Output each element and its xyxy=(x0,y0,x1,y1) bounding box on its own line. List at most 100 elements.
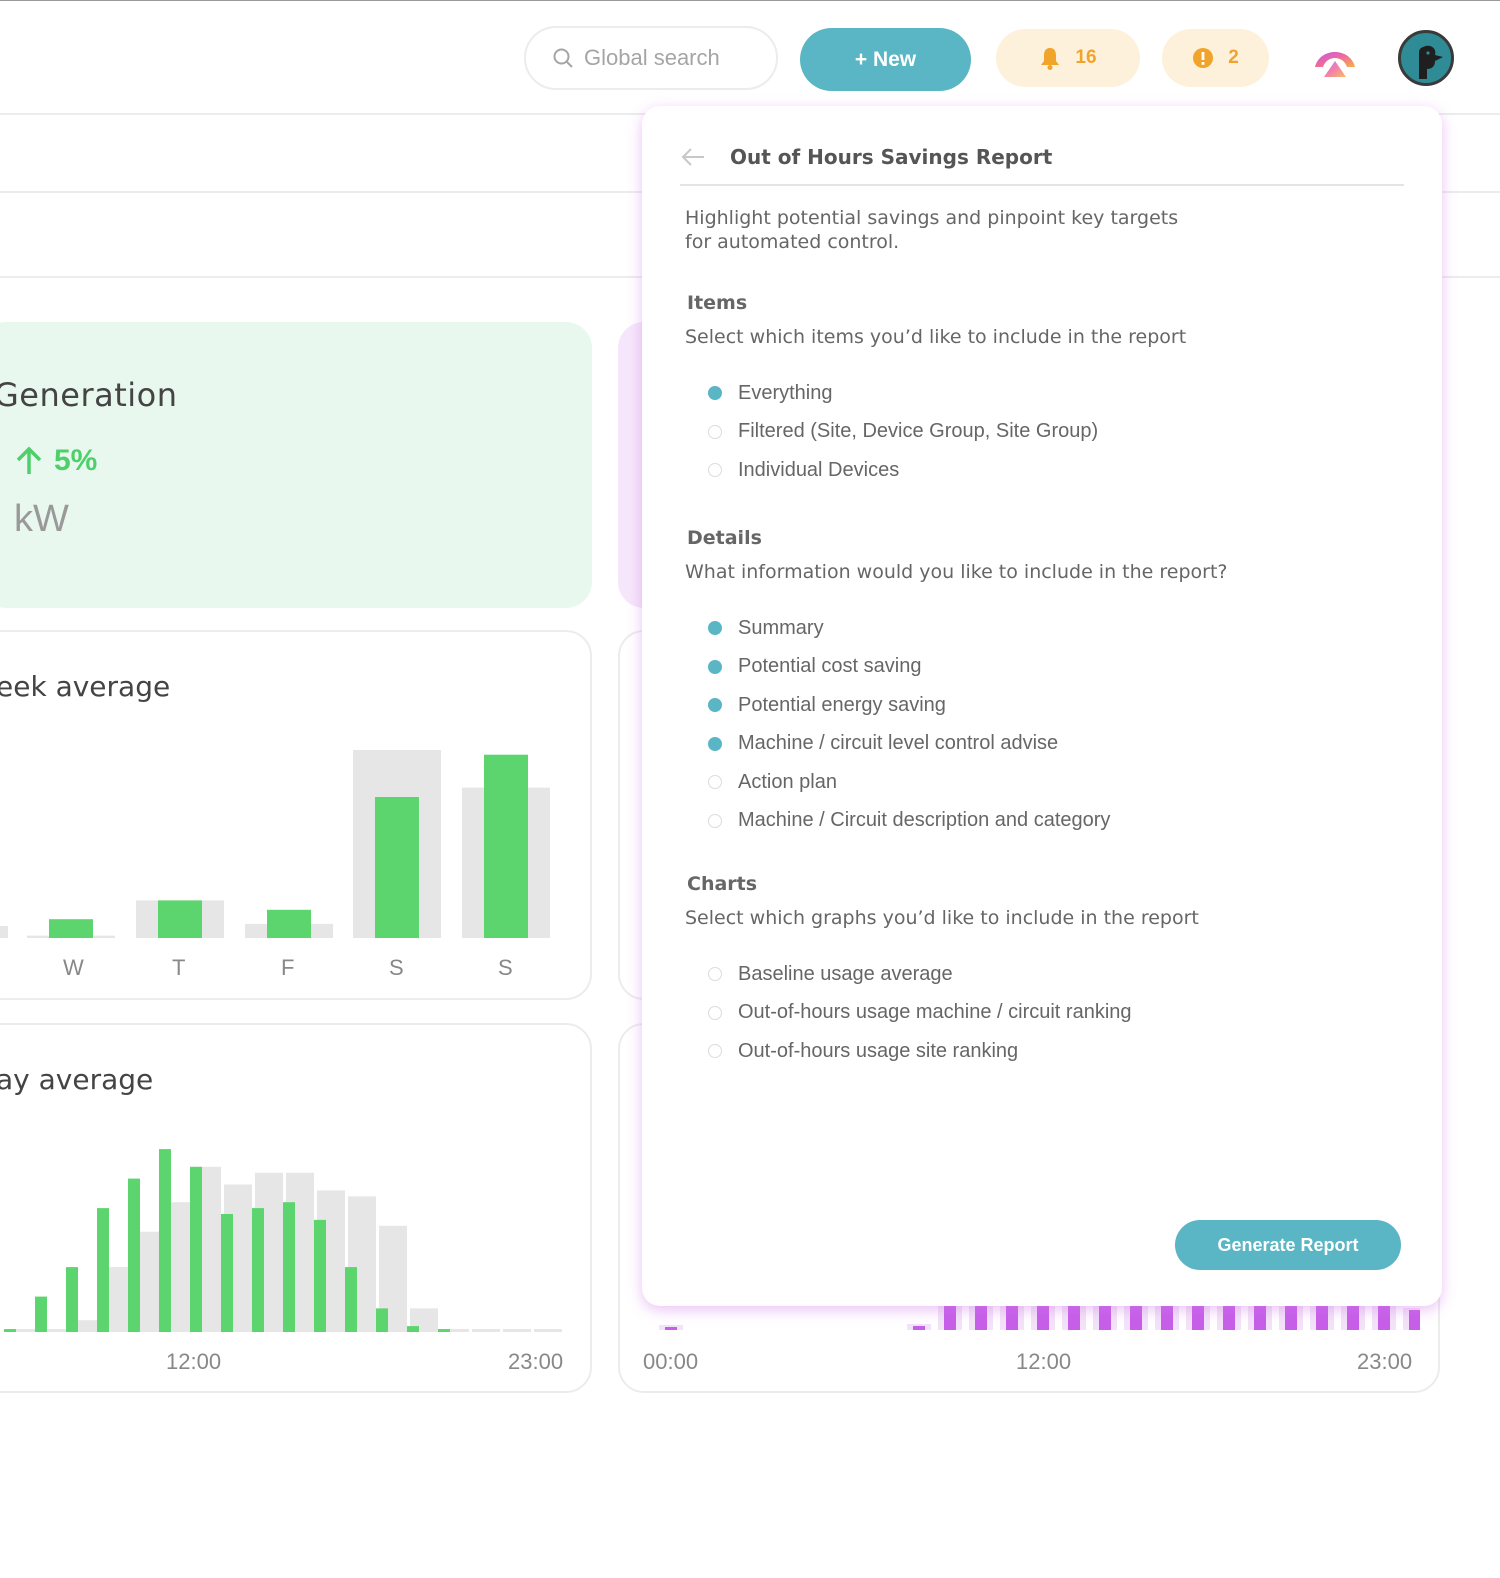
radio-selected-icon[interactable] xyxy=(708,621,722,635)
details-option[interactable]: Summary xyxy=(708,614,824,642)
right-x-label: 00:00 xyxy=(643,1349,699,1374)
day-value-bar xyxy=(438,1329,450,1332)
items-option[interactable]: Everything xyxy=(708,379,833,407)
details-option[interactable]: Action plan xyxy=(708,768,837,796)
charts-section-title: Charts xyxy=(687,873,758,895)
radio-selected-icon[interactable] xyxy=(708,386,722,400)
details-option-label: Action plan xyxy=(738,770,837,793)
day-value-bar xyxy=(190,1166,202,1332)
day-x-label: 23:00 xyxy=(508,1349,564,1374)
items-option[interactable]: Individual Devices xyxy=(708,456,899,484)
items-section-subtitle: Select which items you’d like to include… xyxy=(685,326,1187,348)
user-avatar[interactable] xyxy=(1398,30,1454,86)
items-option-label: Filtered (Site, Device Group, Site Group… xyxy=(738,420,1099,442)
radio-empty-icon[interactable] xyxy=(708,1044,722,1058)
charts-option[interactable]: Out-of-hours usage machine / circuit ran… xyxy=(708,999,1132,1027)
details-option-label: Machine / circuit level control advise xyxy=(738,732,1059,754)
items-option-label: Individual Devices xyxy=(738,458,900,481)
radio-empty-icon[interactable] xyxy=(708,424,722,439)
ooh-value-bar xyxy=(665,1327,677,1330)
top-bar: Global search + New 16 2 xyxy=(0,1,1500,115)
day-value-bar xyxy=(159,1149,171,1332)
new-button[interactable]: + New xyxy=(800,28,971,91)
day-value-bar xyxy=(314,1219,326,1332)
radio-empty-icon[interactable] xyxy=(708,775,722,789)
day-x-label: 12:00 xyxy=(166,1349,222,1374)
day-value-bar xyxy=(35,1296,47,1332)
divider xyxy=(1440,276,1500,278)
charts-option[interactable]: Baseline usage average xyxy=(708,960,953,988)
week-value-bar xyxy=(49,919,93,938)
day-value-bar xyxy=(283,1202,295,1332)
week-value-bar xyxy=(158,900,202,938)
charts-section-subtitle: Select which graphs you’d like to includ… xyxy=(685,907,1199,929)
generation-title: Generation xyxy=(0,376,178,414)
details-option[interactable]: Machine / circuit level control advise xyxy=(708,730,1058,758)
items-option-label: Everything xyxy=(738,381,833,404)
details-option[interactable]: Potential energy saving xyxy=(708,691,946,719)
ooh-value-bar xyxy=(1409,1310,1420,1330)
alerts-button[interactable]: 2 xyxy=(1162,29,1269,87)
day-value-bar xyxy=(407,1326,419,1332)
day-value-bar xyxy=(66,1267,78,1332)
details-option[interactable]: Potential cost saving xyxy=(708,653,921,681)
items-section-title: Items xyxy=(687,292,748,314)
radio-selected-icon[interactable] xyxy=(708,698,722,712)
day-value-bar xyxy=(97,1208,109,1332)
generate-report-button[interactable]: Generate Report xyxy=(1175,1220,1401,1270)
arrow-up-icon xyxy=(16,446,42,474)
panel-header: Out of Hours Savings Report xyxy=(680,130,1404,186)
right-x-label: 23:00 xyxy=(1357,1349,1413,1374)
radio-selected-icon[interactable] xyxy=(708,736,722,751)
week-x-label: S xyxy=(498,955,513,980)
divider xyxy=(0,191,645,193)
day-baseline-bar xyxy=(534,1329,562,1332)
charts-option-label: Baseline usage average xyxy=(738,962,953,985)
details-option-label: Potential cost saving xyxy=(738,655,922,677)
ooh-value-bar xyxy=(913,1326,925,1330)
day-baseline-bar xyxy=(503,1329,531,1332)
alerts-count: 2 xyxy=(1228,47,1239,68)
app-logo-icon[interactable] xyxy=(1312,37,1358,83)
week-value-bar xyxy=(267,909,311,938)
week-bar-partial xyxy=(0,926,8,938)
radio-empty-icon[interactable] xyxy=(708,813,722,828)
generation-unit: kW xyxy=(14,498,69,540)
details-option-label: Potential energy saving xyxy=(738,693,946,716)
radio-empty-icon[interactable] xyxy=(708,1005,722,1020)
radio-empty-icon[interactable] xyxy=(708,967,722,981)
bell-icon xyxy=(1041,48,1060,70)
notifications-count: 16 xyxy=(1075,47,1097,68)
generation-change-value: 5% xyxy=(54,444,98,477)
day-value-bar xyxy=(252,1208,264,1332)
search-placeholder: Global search xyxy=(584,45,720,70)
details-section-subtitle: What information would you like to inclu… xyxy=(685,561,1228,583)
day-average-title: ay average xyxy=(0,1063,154,1096)
charts-option[interactable]: Out-of-hours usage site ranking xyxy=(708,1037,1018,1065)
day-baseline-bar xyxy=(472,1329,500,1332)
charts-option-label: Out-of-hours usage machine / circuit ran… xyxy=(738,1001,1132,1023)
details-option-label: Machine / Circuit description and catego… xyxy=(738,809,1111,831)
day-average-chart xyxy=(4,1149,562,1332)
generation-change: 5% xyxy=(14,444,97,478)
details-option[interactable]: Machine / Circuit description and catego… xyxy=(708,807,1110,835)
divider xyxy=(1440,191,1500,193)
back-arrow-icon[interactable] xyxy=(680,144,706,170)
day-value-bar xyxy=(128,1178,140,1332)
global-search-input[interactable]: Global search xyxy=(524,26,778,90)
divider xyxy=(0,276,645,278)
radio-empty-icon[interactable] xyxy=(708,463,722,477)
week-value-bar xyxy=(484,754,528,938)
radio-selected-icon[interactable] xyxy=(708,659,722,674)
details-option-label: Summary xyxy=(738,616,824,639)
day-value-bar xyxy=(376,1308,388,1332)
items-option[interactable]: Filtered (Site, Device Group, Site Group… xyxy=(708,418,1098,446)
week-x-label: S xyxy=(389,955,404,980)
alert-icon xyxy=(1193,48,1214,68)
notifications-button[interactable]: 16 xyxy=(996,29,1140,87)
week-average-title: eek average xyxy=(0,670,171,703)
details-section-title: Details xyxy=(687,527,762,549)
day-value-bar xyxy=(345,1267,357,1332)
week-x-label: F xyxy=(281,955,295,980)
duck-avatar-icon xyxy=(1419,45,1443,79)
